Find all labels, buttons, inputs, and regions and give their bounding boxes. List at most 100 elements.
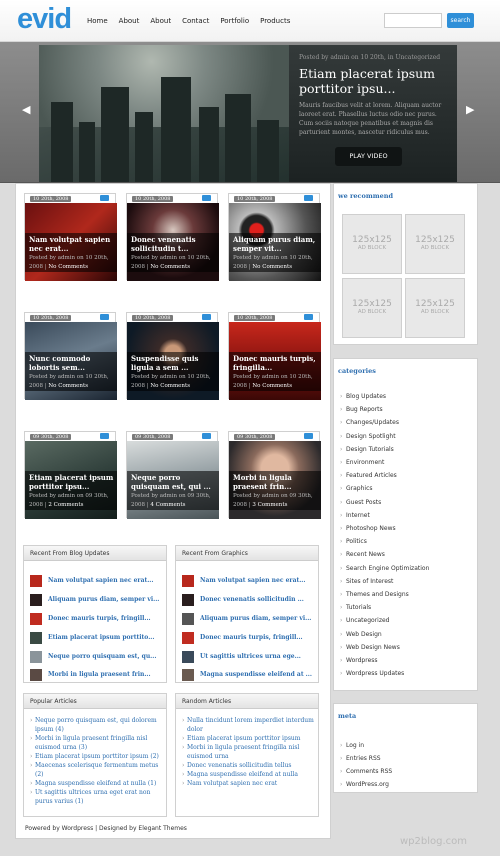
- list-item[interactable]: Nulla tincidunt lorem imperdiet interdum…: [182, 716, 316, 734]
- category-item[interactable]: Uncategorized: [340, 617, 390, 624]
- comment-bubble-icon[interactable]: [100, 195, 109, 201]
- post-card[interactable]: 09 30th, 2008 Neque porro quisquam est, …: [126, 431, 219, 519]
- list-item[interactable]: Magna suspendisse eleifend at nulla: [182, 770, 316, 779]
- category-item[interactable]: Recent News: [340, 551, 385, 558]
- list-item[interactable]: Donec mauris turpis, fringill...: [30, 612, 151, 625]
- category-item[interactable]: Themes and Designs: [340, 591, 409, 598]
- post-title[interactable]: Suspendisse quis ligula a sem ...: [131, 354, 217, 372]
- ad-block[interactable]: 125x125 AD BLOCK: [405, 214, 465, 274]
- category-item[interactable]: Design Tutorials: [340, 446, 394, 453]
- ad-block[interactable]: 125x125 AD BLOCK: [405, 278, 465, 338]
- comments-link[interactable]: 4 Comments: [150, 502, 185, 508]
- nav-home[interactable]: Home: [87, 17, 108, 25]
- category-item[interactable]: Web Design News: [340, 644, 400, 651]
- category-item[interactable]: Wordpress: [340, 657, 377, 664]
- meta-entries-rss-link[interactable]: Entries RSS: [340, 755, 381, 762]
- post-card[interactable]: 10 20th, 2008 Nunc commodo lobortis sem.…: [24, 312, 117, 400]
- site-logo[interactable]: evid: [17, 4, 72, 34]
- comment-bubble-icon[interactable]: [304, 314, 313, 320]
- category-item[interactable]: Design Spotlight: [340, 433, 396, 440]
- comments-link[interactable]: No Comments: [252, 264, 292, 270]
- nav-about-2[interactable]: About: [150, 17, 171, 25]
- list-item[interactable]: Neque porro quisquam est, qu...: [30, 650, 156, 663]
- prev-arrow-icon[interactable]: ◀: [22, 103, 30, 116]
- post-title[interactable]: Donec venenatis sollicitudin t...: [131, 235, 217, 253]
- list-item[interactable]: Etiam placerat ipsum porttito...: [30, 631, 154, 644]
- comment-bubble-icon[interactable]: [100, 314, 109, 320]
- play-video-button[interactable]: PLAY VIDEO: [335, 147, 402, 166]
- post-title[interactable]: Nam volutpat sapien nec erat...: [29, 235, 115, 253]
- meta-wordpress-link[interactable]: WordPress.org: [340, 781, 389, 788]
- list-item[interactable]: Magna suspendisse eleifend at nulla (1): [30, 779, 164, 788]
- post-card[interactable]: 10 20th, 2008 Donec mauris turpis, fring…: [228, 312, 321, 400]
- search-input[interactable]: [384, 13, 442, 28]
- post-title[interactable]: Aliquam purus diam, semper vit...: [233, 235, 319, 253]
- list-item[interactable]: Donec venenatis sollicitudin tellus: [182, 761, 316, 770]
- list-item[interactable]: Aliquam purus diam, semper vi...: [30, 593, 159, 606]
- list-item[interactable]: Ut sagittis ultrices urna ege...: [182, 650, 301, 663]
- comments-link[interactable]: No Comments: [48, 383, 88, 389]
- post-card[interactable]: 09 30th, 2008 Morbi in ligula praesent f…: [228, 431, 321, 519]
- comments-link[interactable]: No Comments: [150, 383, 190, 389]
- list-item[interactable]: Neque porro quisquam est, qui dolorem ip…: [30, 716, 164, 734]
- list-item[interactable]: Nam volutpat sapien nec erat: [182, 779, 316, 788]
- comment-bubble-icon[interactable]: [202, 195, 211, 201]
- list-item[interactable]: Aliquam purus diam, semper vi...: [182, 612, 311, 625]
- post-title[interactable]: Neque porro quisquam est, qui ...: [131, 473, 217, 491]
- nav-products[interactable]: Products: [260, 17, 290, 25]
- post-card[interactable]: 09 30th, 2008 Etiam placerat ipsum portt…: [24, 431, 117, 519]
- post-title[interactable]: Etiam placerat ipsum porttitor ipsu...: [29, 473, 115, 491]
- nav-about[interactable]: About: [119, 17, 140, 25]
- list-item[interactable]: Donec venenatis sollicitudin ...: [182, 593, 304, 606]
- post-card[interactable]: 10 20th, 2008 Suspendisse quis ligula a …: [126, 312, 219, 400]
- comment-bubble-icon[interactable]: [202, 314, 211, 320]
- comment-bubble-icon[interactable]: [100, 433, 109, 439]
- comments-link[interactable]: No Comments: [252, 383, 292, 389]
- category-item[interactable]: Featured Articles: [340, 472, 397, 479]
- list-item[interactable]: Nam volutpat sapien nec erat...: [182, 574, 306, 587]
- list-item[interactable]: Magna suspendisse eleifend at ...: [182, 668, 312, 681]
- ad-block[interactable]: 125x125 AD BLOCK: [342, 214, 402, 274]
- category-item[interactable]: Changes/Updates: [340, 419, 399, 426]
- category-item[interactable]: Tutorials: [340, 604, 371, 611]
- post-title[interactable]: Donec mauris turpis, fringilla...: [233, 354, 319, 372]
- list-item[interactable]: Morbi in ligula praesent fringilla nisl …: [182, 743, 316, 761]
- category-item[interactable]: Graphics: [340, 485, 372, 492]
- post-card[interactable]: 10 20th, 2008 Aliquam purus diam, semper…: [228, 193, 321, 281]
- category-item[interactable]: Photoshop News: [340, 525, 396, 532]
- comment-bubble-icon[interactable]: [304, 195, 313, 201]
- list-item[interactable]: Maecenas scelerisque fermentum metus (2): [30, 761, 164, 779]
- post-card[interactable]: 10 20th, 2008 Nam volutpat sapien nec er…: [24, 193, 117, 281]
- category-item[interactable]: Politics: [340, 538, 367, 545]
- list-item[interactable]: Etiam placerat ipsum porttitor ipsum: [182, 734, 316, 743]
- comments-link[interactable]: No Comments: [48, 264, 88, 270]
- list-item[interactable]: Morbi in ligula praesent fringilla nisl …: [30, 734, 164, 752]
- list-item[interactable]: Nam volutpat sapien nec erat...: [30, 574, 154, 587]
- comments-link[interactable]: No Comments: [150, 264, 190, 270]
- list-item[interactable]: Etiam placerat ipsum porttitor ipsum (2): [30, 752, 164, 761]
- category-item[interactable]: Bug Reports: [340, 406, 383, 413]
- post-title[interactable]: Nunc commodo lobortis sem...: [29, 354, 115, 372]
- list-item[interactable]: Donec mauris turpis, fringill...: [182, 631, 303, 644]
- comment-bubble-icon[interactable]: [202, 433, 211, 439]
- comment-bubble-icon[interactable]: [304, 433, 313, 439]
- comments-link[interactable]: 3 Comments: [252, 502, 287, 508]
- nav-contact[interactable]: Contact: [182, 17, 209, 25]
- featured-title[interactable]: Etiam placerat ipsum porttitor ipsu...: [299, 66, 454, 96]
- nav-portfolio[interactable]: Portfolio: [220, 17, 249, 25]
- post-title[interactable]: Morbi in ligula praesent frin...: [233, 473, 319, 491]
- ad-block[interactable]: 125x125 AD BLOCK: [342, 278, 402, 338]
- next-arrow-icon[interactable]: ▶: [466, 103, 474, 116]
- comments-link[interactable]: 2 Comments: [48, 502, 83, 508]
- category-item[interactable]: Search Engine Optimization: [340, 565, 429, 572]
- category-item[interactable]: Guest Posts: [340, 499, 381, 506]
- category-item[interactable]: Blog Updates: [340, 393, 386, 400]
- list-item[interactable]: Morbi in ligula praesent frin...: [30, 668, 151, 681]
- meta-login-link[interactable]: Log in: [340, 742, 364, 749]
- search-button[interactable]: search: [447, 13, 474, 28]
- meta-comments-rss-link[interactable]: Comments RSS: [340, 768, 392, 775]
- category-item[interactable]: Wordpress Updates: [340, 670, 404, 677]
- post-card[interactable]: 10 20th, 2008 Donec venenatis sollicitud…: [126, 193, 219, 281]
- category-item[interactable]: Internet: [340, 512, 370, 519]
- featured-image[interactable]: [39, 45, 289, 182]
